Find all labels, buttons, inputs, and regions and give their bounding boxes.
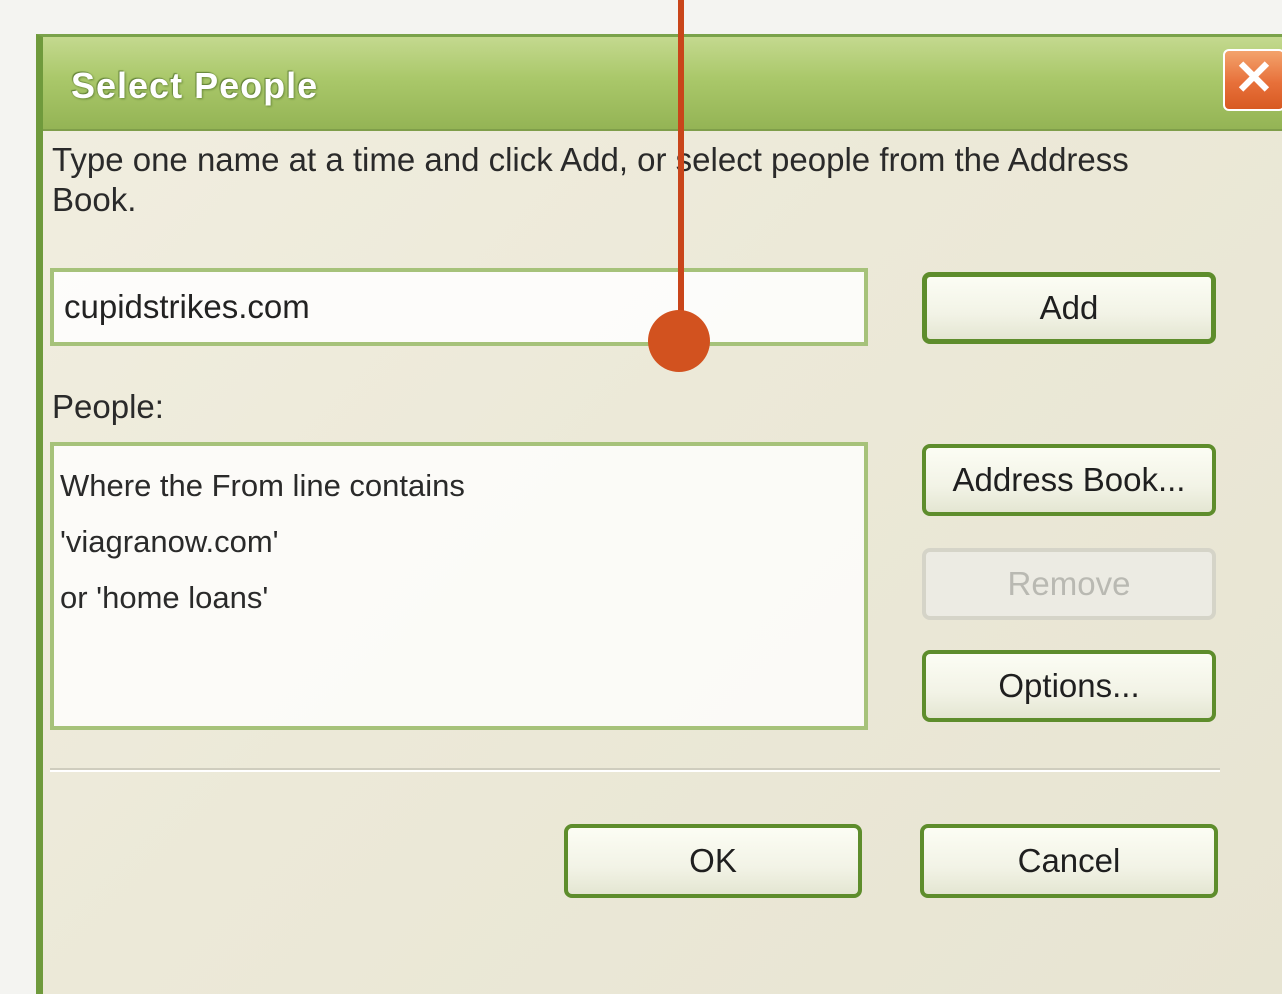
divider [50,768,1220,772]
callout-dot [648,310,710,372]
remove-button[interactable]: Remove [922,548,1216,620]
title-bar[interactable]: Select People ✕ [43,37,1282,131]
cancel-button[interactable]: Cancel [920,824,1218,898]
ok-button[interactable]: OK [564,824,862,898]
name-input[interactable] [50,268,868,346]
dialog-title: Select People [71,65,319,106]
list-item[interactable]: or 'home loans' [60,570,858,626]
close-icon[interactable]: ✕ [1223,49,1282,111]
address-book-button[interactable]: Address Book... [922,444,1216,516]
instruction-text: Type one name at a time and click Add, o… [52,141,1129,218]
list-item[interactable]: Where the From line contains [60,458,858,514]
add-button[interactable]: Add [922,272,1216,344]
people-list[interactable]: Where the From line contains 'viagranow.… [50,442,868,730]
callout-line [678,0,684,338]
people-label: People: [52,388,164,425]
list-item[interactable]: 'viagranow.com' [60,514,858,570]
options-button[interactable]: Options... [922,650,1216,722]
